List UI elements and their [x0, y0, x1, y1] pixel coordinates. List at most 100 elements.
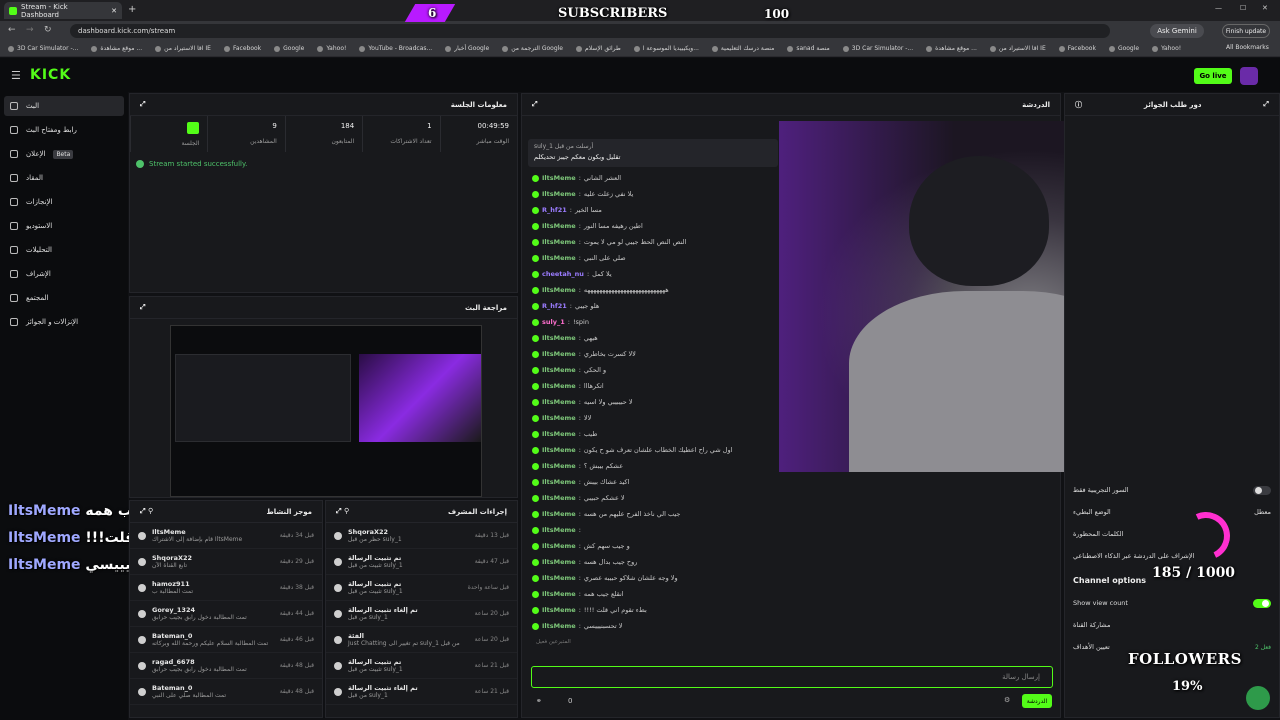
chat-username[interactable]: IltsMeme: [542, 494, 576, 502]
sidebar-item[interactable]: الاستوديو: [4, 216, 124, 236]
chat-username[interactable]: IltsMeme: [542, 190, 576, 198]
kick-logo[interactable]: KICK: [30, 67, 71, 83]
bookmark-item[interactable]: Yahoo!: [1152, 45, 1181, 52]
send-chat-button[interactable]: الدردشة: [1022, 694, 1052, 708]
bookmark-item[interactable]: موقع مشاهدة ...: [926, 45, 977, 52]
event-row[interactable]: ShqoraX22 حظر من قبل suly_1 قبل 13 دقيقة: [326, 523, 517, 549]
chat-username[interactable]: IltsMeme: [542, 366, 576, 374]
expand-icon[interactable]: ⤢: [532, 100, 538, 109]
bookmark-item[interactable]: Yahoo!: [317, 45, 346, 52]
event-row[interactable]: تم تثبيت الرسالة تثبيت من قبل suly_1 قبل 2…: [326, 653, 517, 679]
expand-icon[interactable]: ⤢: [140, 303, 146, 312]
avatar[interactable]: [1240, 67, 1258, 85]
chat-message[interactable]: IltsMeme: اول شي راح اعطيك الخطاب علشان ت…: [524, 442, 780, 458]
event-row[interactable]: Gorey_1324 تمت المطالبة دخول رابق بجيب حر…: [130, 601, 322, 627]
bookmark-item[interactable]: اقا الاستيراد من IE: [989, 45, 1046, 52]
event-row[interactable]: ragad_6678 تمت المطالبة دخول رابق بجيب حر…: [130, 653, 322, 679]
users-icon[interactable]: ⚭: [536, 697, 542, 705]
chat-message[interactable]: IltsMeme: هههههههههههههههههههههههههههه: [524, 282, 780, 298]
chat-message[interactable]: IltsMeme: النص النص الحظ جيبي لو مي لا يم…: [524, 234, 780, 250]
tab-close-icon[interactable]: ✕: [111, 7, 117, 15]
bookmark-item[interactable]: Facebook: [223, 45, 261, 52]
chat-username[interactable]: IltsMeme: [542, 286, 576, 294]
bookmark-item[interactable]: YouTube - Broadcas...: [359, 45, 432, 52]
event-row[interactable]: الفئة Just Chatting تم تغيير الى suly_1 م…: [326, 627, 517, 653]
chat-username[interactable]: R_hf21: [542, 206, 567, 214]
sidebar-item[interactable]: رابط ومفتاح البث: [4, 120, 124, 140]
bookmark-item[interactable]: الترجمة من Google: [502, 45, 563, 52]
bookmark-item[interactable]: منصة درسك التعليمية: [711, 45, 774, 52]
chat-message[interactable]: IltsMeme: روح جيب بدال هسه: [524, 554, 780, 570]
chat-username[interactable]: suly_1: [542, 318, 565, 326]
bookmark-item[interactable]: طرائق الإسلام: [576, 45, 621, 52]
maximize-icon[interactable]: ☐: [1240, 4, 1246, 12]
chat-username[interactable]: IltsMeme: [542, 526, 576, 534]
chat-setting-row[interactable]: السور التجريبية فقط: [1065, 479, 1279, 501]
chat-message[interactable]: IltsMeme: اكيد عشاك بيبش: [524, 474, 780, 490]
chat-username[interactable]: IltsMeme: [542, 446, 576, 454]
chat-message[interactable]: IltsMeme: عشكم بيبش ؟: [524, 458, 780, 474]
bookmark-item[interactable]: Google: [274, 45, 304, 52]
chat-message[interactable]: cheetah_nu: يلا كمل: [524, 266, 780, 282]
event-row[interactable]: تم تثبيت الرسالة تثبيت من قبل suly_1 قبل 4…: [326, 549, 517, 575]
bookmark-item[interactable]: Facebook: [1058, 45, 1096, 52]
chat-username[interactable]: cheetah_nu: [542, 270, 584, 278]
chat-message[interactable]: R_hf21: هلو جيبي: [524, 298, 780, 314]
sidebar-item[interactable]: المقاد: [4, 168, 124, 188]
chat-setting-row[interactable]: الوضع البطيء معطل: [1065, 501, 1279, 523]
browser-tab[interactable]: Stream - Kick Dashboard ✕: [4, 2, 122, 19]
address-bar[interactable]: dashboard.kick.com/stream: [70, 24, 1110, 38]
chat-message[interactable]: IltsMeme: و جيب سهم كش: [524, 538, 780, 554]
chat-message[interactable]: IltsMeme: جيب الي ناخذ الفرح عليهم من هسه: [524, 506, 780, 522]
chat-message[interactable]: suly_1: !spin: [524, 314, 780, 330]
chat-username[interactable]: IltsMeme: [542, 606, 576, 614]
bookmark-item[interactable]: أخبار Google: [445, 45, 489, 52]
event-row[interactable]: IltsMeme قام بإضافة إلى الاشتراك IltsMeme…: [130, 523, 322, 549]
chat-input[interactable]: إرسال رسالة: [531, 666, 1053, 688]
chat-username[interactable]: IltsMeme: [542, 382, 576, 390]
window-close-icon[interactable]: ✕: [1262, 4, 1268, 12]
sidebar-item[interactable]: الإنجازات: [4, 192, 124, 212]
event-row[interactable]: تم إلغاء تثبيت الرسالة من قبل suly_1 قبل 2…: [326, 679, 517, 705]
channel-share-row[interactable]: مشاركة القناة: [1065, 614, 1279, 636]
help-fab-button[interactable]: [1246, 686, 1270, 710]
chat-username[interactable]: IltsMeme: [542, 430, 576, 438]
chat-username[interactable]: IltsMeme: [542, 350, 576, 358]
finish-update-button[interactable]: Finish update: [1222, 24, 1270, 38]
chat-username[interactable]: IltsMeme: [542, 174, 576, 182]
chat-message[interactable]: IltsMeme: اطين رهيفه مسا النور: [524, 218, 780, 234]
expand-icon[interactable]: ⤢ ⚲: [336, 507, 349, 516]
sidebar-item[interactable]: المجتمع: [4, 288, 124, 308]
forward-icon[interactable]: →: [26, 25, 34, 35]
ask-gemini-button[interactable]: Ask Gemini: [1150, 24, 1204, 38]
reload-icon[interactable]: ↻: [44, 25, 52, 35]
chat-username[interactable]: IltsMeme: [542, 590, 576, 598]
chat-username[interactable]: IltsMeme: [542, 334, 576, 342]
back-icon[interactable]: ←: [8, 25, 16, 35]
event-row[interactable]: Bateman_0 تمت المطالبة صلي على النبي قبل 4…: [130, 679, 322, 705]
event-row[interactable]: تم إلغاء تثبيت الرسالة من قبل suly_1 قبل 2…: [326, 601, 517, 627]
sidebar-item[interactable]: الإنزالات و الجوائز: [4, 312, 124, 332]
chat-username[interactable]: IltsMeme: [542, 478, 576, 486]
chat-message[interactable]: IltsMeme: ولا وجه علشان شلاكو حبيبه عصري: [524, 570, 780, 586]
chat-message[interactable]: IltsMeme: طيب: [524, 426, 780, 442]
expand-icon[interactable]: ⤢: [140, 100, 146, 109]
bookmark-item[interactable]: ويكيبيديا الموسوعة ا...: [633, 45, 699, 52]
chat-username[interactable]: IltsMeme: [542, 238, 576, 246]
chat-username[interactable]: IltsMeme: [542, 542, 576, 550]
chat-message[interactable]: IltsMeme: لا عشكم حبيبي: [524, 490, 780, 506]
event-row[interactable]: ShqoraX22 تابع القناة الآن قبل 29 دقيقة: [130, 549, 322, 575]
chat-username[interactable]: R_hf21: [542, 302, 567, 310]
bookmark-item[interactable]: 3D Car Simulator -...: [842, 45, 913, 52]
new-tab-icon[interactable]: +: [128, 4, 136, 15]
chat-message[interactable]: IltsMeme: لا تحسبنيييسي: [524, 618, 780, 634]
bookmark-item[interactable]: اقا الاستيراد من IE: [155, 45, 211, 52]
chat-setting-row[interactable]: الكلمات المحظورة: [1065, 523, 1279, 545]
chat-username[interactable]: IltsMeme: [542, 254, 576, 262]
chat-message[interactable]: IltsMeme: انقلع جيب همه: [524, 586, 780, 602]
chat-username[interactable]: IltsMeme: [542, 222, 576, 230]
chat-message[interactable]: IltsMeme: لا حبيبيبي ولا اسيه: [524, 394, 780, 410]
setting-toggle[interactable]: [1253, 485, 1271, 495]
chat-message[interactable]: IltsMeme: يلا نفي زعلت عليه: [524, 186, 780, 202]
chat-username[interactable]: IltsMeme: [542, 510, 576, 518]
